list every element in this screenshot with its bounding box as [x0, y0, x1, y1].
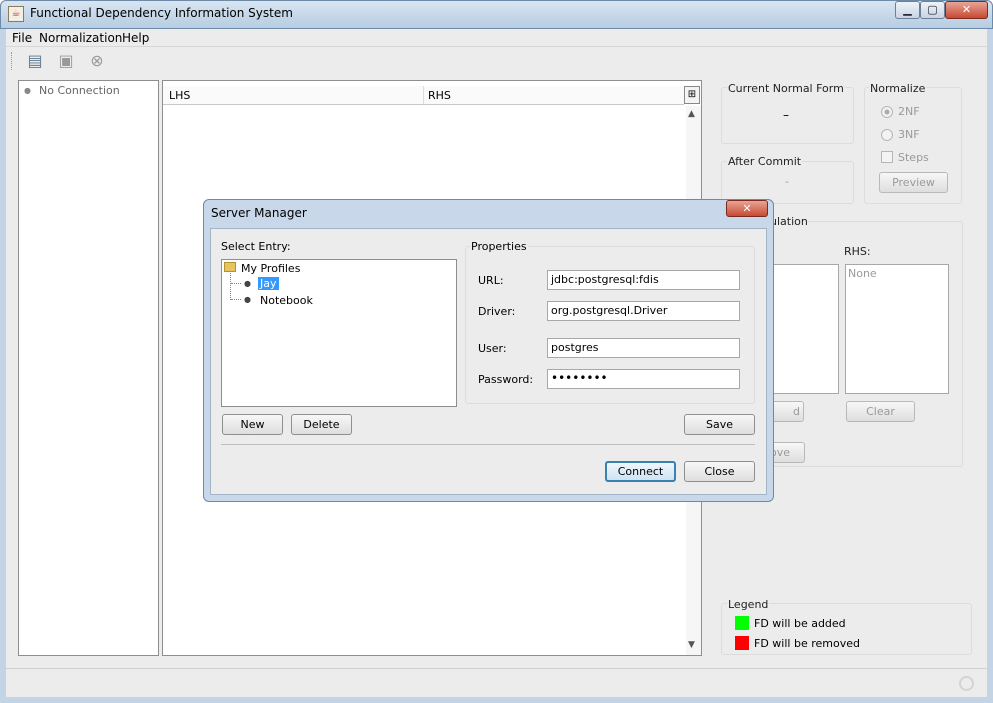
column-header-rhs[interactable]: RHS [424, 86, 684, 105]
lhs-list[interactable] [767, 264, 839, 394]
user-field[interactable]: postgres [547, 338, 740, 358]
radio-3nf-label: 3NF [898, 128, 920, 141]
after-commit-value: - [785, 175, 789, 188]
normalize-label: Normalize [869, 82, 927, 95]
radio-2nf-label: 2NF [898, 105, 920, 118]
tree-line [230, 273, 231, 300]
password-field[interactable]: •••••••• [547, 369, 740, 389]
radio-2nf[interactable] [881, 106, 893, 118]
java-icon: ☕ [8, 6, 24, 22]
rhs-list-value: None [848, 267, 877, 280]
current-normal-form-label: Current Normal Form [727, 82, 845, 95]
column-control-icon[interactable]: ⊞ [684, 86, 700, 104]
user-label: User: [478, 342, 507, 355]
clear-button[interactable]: Clear [846, 401, 915, 422]
save-icon[interactable]: ▣ [54, 50, 78, 72]
url-label: URL: [478, 274, 504, 287]
bullet-icon: ● [24, 86, 31, 95]
dialog-title: Server Manager [211, 206, 307, 220]
busy-indicator-icon [959, 676, 974, 691]
scroll-down-icon[interactable]: ▼ [688, 640, 695, 650]
legend-removed-label: FD will be removed [754, 637, 860, 650]
dialog-close-button[interactable]: ✕ [726, 200, 768, 217]
preview-button[interactable]: Preview [879, 172, 948, 193]
minimize-button[interactable]: ▁ [895, 1, 920, 19]
window-title: Functional Dependency Information System [30, 6, 293, 20]
rhs-label: RHS: [844, 245, 871, 258]
stop-icon[interactable]: ⊗ [85, 50, 109, 72]
removed-swatch [735, 636, 749, 650]
profile-item-notebook[interactable]: Notebook [260, 294, 313, 307]
tree-root-label[interactable]: My Profiles [241, 262, 300, 275]
connect-button[interactable]: Connect [605, 461, 676, 482]
bullet-icon: ● [244, 295, 251, 304]
profile-tree[interactable] [221, 259, 457, 407]
rhs-list[interactable] [845, 264, 949, 394]
folder-icon [224, 262, 236, 272]
close-button[interactable]: ✕ [945, 1, 988, 19]
server-icon[interactable]: ▤ [23, 50, 47, 72]
tree-line [231, 283, 241, 284]
toolbar-grip [11, 52, 14, 70]
menu-normalization[interactable]: Normalization [39, 31, 122, 45]
manipulation-label: ulation [770, 215, 808, 228]
column-header-lhs[interactable]: LHS [163, 86, 424, 105]
driver-label: Driver: [478, 305, 516, 318]
status-bar [6, 668, 987, 697]
current-normal-form-value: – [783, 108, 789, 122]
added-swatch [735, 616, 749, 630]
menu-help[interactable]: Help [122, 31, 149, 45]
legend-label: Legend [727, 598, 770, 611]
connection-tree[interactable] [18, 80, 159, 656]
menu-file[interactable]: File [12, 31, 32, 45]
legend-added-label: FD will be added [754, 617, 846, 630]
tree-line [231, 299, 241, 300]
no-connection-label: No Connection [39, 84, 120, 97]
radio-3nf[interactable] [881, 129, 893, 141]
close-dialog-button[interactable]: Close [684, 461, 755, 482]
separator [221, 444, 755, 445]
password-label: Password: [478, 373, 534, 386]
steps-label: Steps [898, 151, 929, 164]
save-button[interactable]: Save [684, 414, 755, 435]
driver-field[interactable]: org.postgresql.Driver [547, 301, 740, 321]
new-button[interactable]: New [222, 414, 283, 435]
menu-bar [6, 29, 987, 47]
properties-label: Properties [470, 240, 528, 253]
scroll-up-icon[interactable]: ▲ [688, 109, 695, 119]
after-commit-label: After Commit [727, 155, 803, 168]
maximize-button[interactable]: ▢ [920, 1, 945, 19]
select-entry-label: Select Entry: [221, 240, 291, 253]
steps-checkbox[interactable] [881, 151, 893, 163]
bullet-icon: ● [244, 279, 251, 288]
profile-item-jay[interactable]: Jay [258, 277, 279, 290]
delete-button[interactable]: Delete [291, 414, 352, 435]
url-field[interactable]: jdbc:postgresql:fdis [547, 270, 740, 290]
